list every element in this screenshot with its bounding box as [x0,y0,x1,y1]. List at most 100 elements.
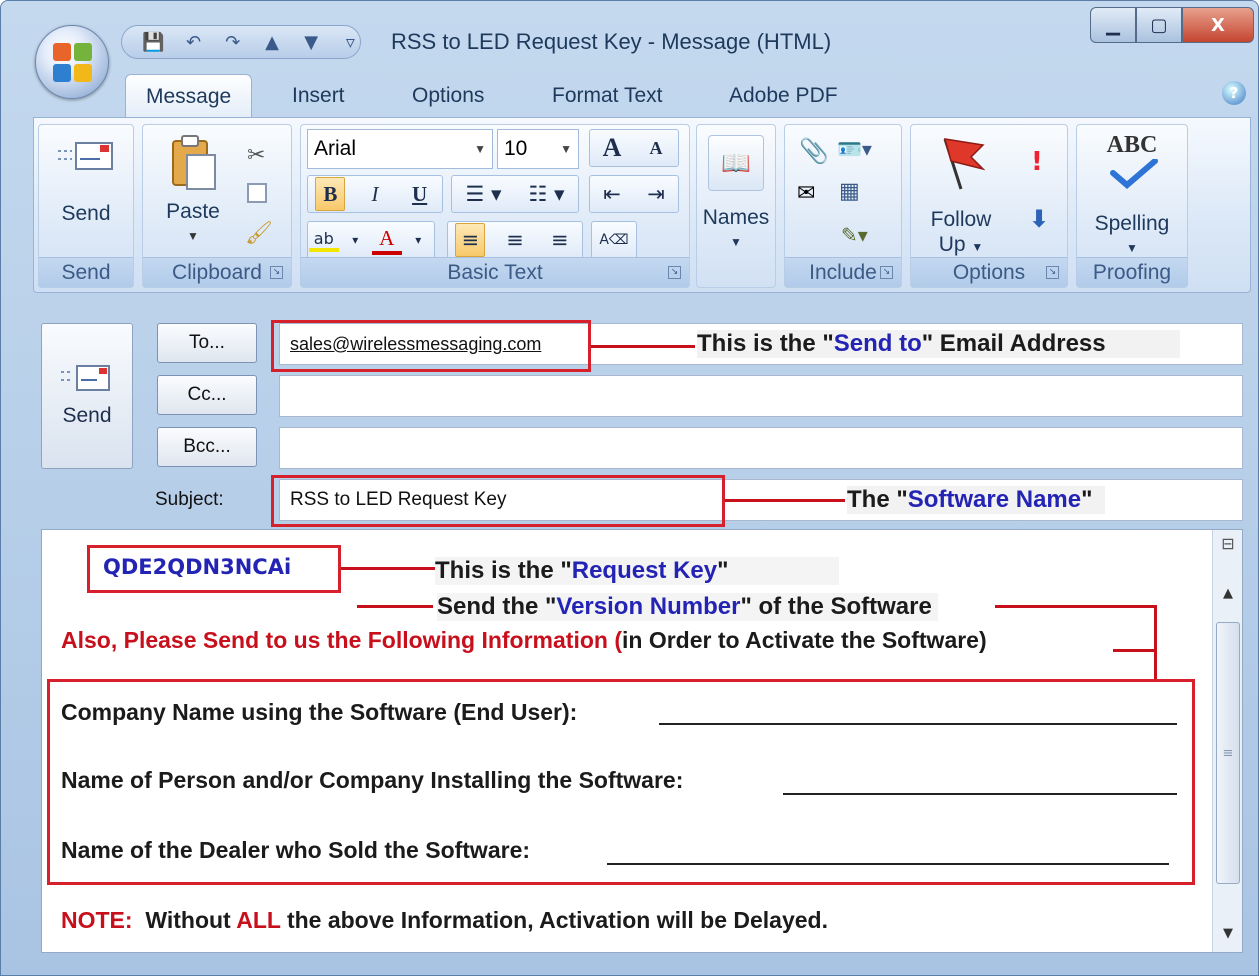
previous-item-icon[interactable]: ▲ [262,32,281,53]
flag-icon [943,138,986,190]
include-launcher-icon[interactable]: ↘ [880,266,893,279]
options-launcher-icon[interactable]: ↘ [1046,266,1059,279]
grow-font-button[interactable]: A [597,133,627,163]
save-icon[interactable]: 💾 [142,32,164,53]
align-left-icon[interactable]: ≡ [455,223,486,257]
follow-up-label-2: Up ▼ [915,232,1007,260]
ribbon: Send Send Paste ▼ ✂ 🖌 Clipboard ↘ Arial … [33,117,1251,293]
proofing-group: ABC Spelling ▼ Proofing [1076,124,1188,288]
cc-field[interactable] [279,375,1243,417]
color-buttons: ab ▾ A ▾ [307,221,435,259]
copy-icon[interactable] [247,183,267,203]
tab-message[interactable]: Message [125,74,253,118]
company-name-blank[interactable] [659,723,1177,725]
attach-file-icon[interactable]: 📎 [799,137,829,165]
tab-adobe-pdf[interactable]: Adobe PDF [729,74,838,118]
software-post: " [1081,486,1093,513]
company-name-line: Company Name using the Software (End Use… [61,699,578,725]
font-name-select[interactable]: Arial ▼ [307,129,493,169]
decrease-indent-icon[interactable]: ⇤ [597,182,627,206]
to-button[interactable]: To... [157,323,257,363]
redo-icon[interactable]: ↷ [223,32,242,53]
bullets-icon[interactable]: ☰ ▾ [465,182,501,206]
follow-up-button[interactable]: Follow Up ▼ [915,135,1007,260]
version-arrow-line-right [995,605,1157,608]
send-button[interactable]: Send [41,323,133,469]
clear-formatting-icon[interactable]: A⌫ [599,232,629,248]
version-annotation: Send the "Version Number" of the Softwar… [437,593,938,621]
font-color-button[interactable]: A [371,226,402,255]
note-line: NOTE: Without ALL the above Information,… [61,907,828,934]
send-to-annotation: This is the "Send to" Email Address [697,330,1180,358]
bold-button[interactable]: B [315,177,346,211]
include-group: 📎 🪪▾ ✉ ▦ ✎▾ Include ↘ [784,124,902,288]
align-center-icon[interactable]: ≡ [500,228,530,252]
follow-up-label-text: Up [938,233,966,256]
next-item-icon[interactable]: ▼ [302,32,321,53]
cut-icon[interactable]: ✂ [247,143,265,168]
dealer-name-blank[interactable] [607,863,1169,865]
numbering-icon[interactable]: ☷ ▾ [528,182,564,206]
high-importance-icon[interactable]: ! [1031,147,1043,177]
paste-button[interactable]: Paste ▼ [151,133,235,249]
underline-button[interactable]: U [405,182,435,207]
cc-button[interactable]: Cc... [157,375,257,415]
clipboard-group-label: Clipboard [143,257,291,287]
info-connector-line [1113,649,1157,652]
quick-access-toolbar: 💾 ↶ ↷ ▲ ▼ ▿ [121,25,361,59]
highlight-dropdown-icon[interactable]: ▾ [340,233,370,247]
ribbon-tabs: Message Insert Options Format Text Adobe… [1,71,1258,118]
split-view-icon[interactable]: ⊟ [1213,534,1243,553]
clipboard-launcher-icon[interactable]: ↘ [270,266,283,279]
bcc-field[interactable] [279,427,1243,469]
low-importance-icon[interactable]: ⬇ [1029,205,1049,233]
calendar-icon[interactable]: ▦ [839,179,860,204]
tab-format-text[interactable]: Format Text [552,74,662,118]
message-window: 💾 ↶ ↷ ▲ ▼ ▿ RSS to LED Request Key - Mes… [0,0,1259,976]
tab-options[interactable]: Options [412,74,484,118]
bcc-button[interactable]: Bcc... [157,427,257,467]
installer-name-blank[interactable] [783,793,1177,795]
ribbon-send-button[interactable]: Send [45,137,127,226]
clipboard-label-text: Clipboard [172,261,262,284]
scroll-up-icon[interactable]: ▲ [1213,586,1243,601]
basic-text-launcher-icon[interactable]: ↘ [668,266,681,279]
italic-button[interactable]: I [360,182,390,207]
customize-toolbar-icon[interactable]: ▿ [341,32,360,53]
font-color-dropdown-icon[interactable]: ▾ [403,233,433,247]
version-pre: Send the " [437,593,557,620]
vertical-scrollbar[interactable]: ⊟ ▲ ≡ ▼ [1212,530,1242,952]
increase-indent-icon[interactable]: ⇥ [641,182,671,206]
note-all: ALL [236,907,281,933]
title-bar: 💾 ↶ ↷ ▲ ▼ ▿ RSS to LED Request Key - Mes… [1,1,1258,67]
clipboard-group: Paste ▼ ✂ 🖌 Clipboard ↘ [142,124,292,288]
office-button[interactable] [35,25,109,99]
tab-insert[interactable]: Insert [292,74,345,118]
font-dropdown-icon: ▼ [474,142,486,156]
paste-dropdown-icon[interactable]: ▼ [151,224,235,249]
also-send-line: Also, Please Send to us the Following In… [61,627,987,654]
scroll-down-icon[interactable]: ▼ [1213,926,1243,941]
minimize-button[interactable]: ▁ [1090,7,1136,43]
maximize-button[interactable]: ▢ [1136,7,1182,43]
signature-icon[interactable]: ✎▾ [841,223,868,247]
font-size-select[interactable]: 10 ▼ [497,129,579,169]
align-right-icon[interactable]: ≡ [545,228,575,252]
shrink-font-button[interactable]: A [641,138,671,159]
follow-up-dropdown-icon: ▼ [971,240,984,254]
undo-icon[interactable]: ↶ [184,32,203,53]
format-painter-icon[interactable]: 🖌 [245,221,273,246]
attach-item-icon[interactable]: ✉ [797,181,815,206]
font-name-value: Arial [314,137,357,160]
spelling-button[interactable]: ABC Spelling ▼ [1081,133,1183,261]
help-icon[interactable]: ? [1222,81,1246,105]
highlight-icon[interactable]: ab [308,229,339,252]
request-highlight: Request Key [571,557,718,584]
font-style-buttons: B I U [307,175,443,213]
names-button[interactable]: 📖 Names ▼ [701,135,771,255]
close-button[interactable]: X [1182,7,1254,43]
dealer-name-line: Name of the Dealer who Sold the Software… [61,837,531,863]
version-arrow-line-left [357,605,433,608]
note-label: NOTE: [61,907,133,933]
business-card-icon[interactable]: 🪪▾ [837,137,872,161]
